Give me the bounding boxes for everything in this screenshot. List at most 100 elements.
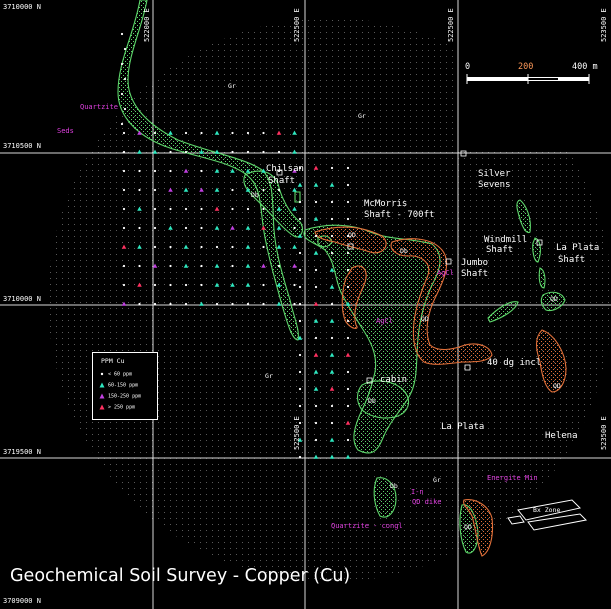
soil-sample bbox=[298, 268, 302, 272]
soil-sample bbox=[346, 166, 350, 170]
soil-sample bbox=[298, 302, 302, 306]
legend-row-60-150: 60-150 ppm bbox=[99, 382, 138, 389]
soil-sample bbox=[215, 245, 219, 249]
unit-agcl-1: AgCl bbox=[437, 269, 454, 277]
soil-sample bbox=[330, 166, 334, 170]
soil-sample bbox=[184, 302, 188, 306]
soil-sample bbox=[277, 264, 281, 268]
unit-agcl-2: AgCl bbox=[376, 317, 393, 325]
soil-sample bbox=[262, 131, 265, 135]
soil-sample bbox=[298, 353, 302, 357]
place-mcmorris: McMorris bbox=[364, 199, 408, 209]
soil-sample bbox=[169, 245, 172, 249]
soil-sample bbox=[346, 217, 350, 221]
soil-sample bbox=[122, 169, 126, 173]
legend-title: PPM Cu bbox=[101, 357, 125, 365]
soil-sample bbox=[231, 264, 234, 268]
soil-sample bbox=[298, 285, 302, 289]
map-title: Geochemical Soil Survey - Copper (Cu) bbox=[10, 566, 351, 586]
place-windmill-shaft: Shaft bbox=[486, 245, 514, 255]
soil-sample bbox=[346, 336, 350, 340]
place-cabin: cabin bbox=[380, 375, 408, 385]
legend-row-gt250: > 250 ppm bbox=[99, 404, 135, 411]
northing-label-3: 3719500 N bbox=[3, 448, 41, 456]
soil-sample bbox=[123, 107, 127, 111]
place-sevens: Sevens bbox=[478, 180, 511, 190]
map-canvas bbox=[0, 0, 611, 609]
easting-label-1: 522000 E bbox=[143, 8, 151, 42]
place-helena: Helena bbox=[545, 431, 578, 441]
soil-sample bbox=[314, 404, 318, 408]
soil-sample bbox=[184, 283, 188, 287]
soil-sample bbox=[169, 302, 172, 306]
legend-dot-icon bbox=[100, 372, 104, 376]
soil-sample bbox=[262, 207, 265, 211]
place-silver: Silver bbox=[478, 169, 511, 179]
unit-seds: Seds bbox=[57, 127, 74, 135]
ppm-legend: PPM Cu < 60 ppm 60-150 ppm 150-250 ppm >… bbox=[92, 352, 158, 420]
soil-sample bbox=[231, 150, 234, 154]
soil-sample bbox=[122, 131, 126, 135]
soil-sample bbox=[246, 207, 250, 211]
soil-sample bbox=[346, 404, 350, 408]
soil-sample bbox=[122, 226, 126, 230]
soil-sample bbox=[298, 404, 302, 408]
soil-sample bbox=[246, 302, 250, 306]
easting-label-4: 523500 E bbox=[600, 8, 608, 42]
geo-db-4: Db bbox=[390, 482, 398, 490]
soil-sample bbox=[330, 217, 334, 221]
easting-label-bottom-1: 522500 E bbox=[293, 416, 301, 450]
geo-qd-4: QD bbox=[553, 382, 561, 390]
soil-sample bbox=[277, 150, 281, 154]
place-laplata-shaft: La Plata bbox=[556, 243, 600, 253]
geo-db-2: Db bbox=[400, 247, 408, 255]
soil-sample bbox=[330, 251, 334, 255]
soil-sample bbox=[298, 387, 302, 391]
soil-sample bbox=[200, 207, 203, 211]
soil-sample bbox=[231, 302, 234, 306]
soil-sample bbox=[293, 283, 296, 287]
soil-sample bbox=[169, 283, 172, 287]
soil-sample bbox=[138, 226, 141, 230]
soil-sample bbox=[122, 207, 126, 211]
geo-qd-2: QD bbox=[421, 315, 429, 323]
soil-sample bbox=[314, 421, 318, 425]
soil-sample bbox=[169, 150, 172, 154]
soil-sample bbox=[184, 150, 188, 154]
geo-gr-2: Gr bbox=[358, 112, 366, 120]
soil-sample bbox=[346, 387, 350, 391]
soil-sample bbox=[200, 169, 203, 173]
soil-sample bbox=[262, 150, 265, 154]
soil-sample bbox=[314, 438, 318, 442]
place-chilsan-shaft: Shaft bbox=[268, 176, 296, 186]
unit-qd-dike: QD dike bbox=[412, 498, 442, 506]
soil-sample bbox=[262, 302, 265, 306]
unit-energite: Energite Min bbox=[487, 474, 538, 482]
soil-sample bbox=[122, 188, 126, 192]
soil-sample bbox=[262, 283, 265, 287]
geo-qd-3: QD bbox=[550, 295, 558, 303]
soil-sample bbox=[346, 285, 350, 289]
survey-map: 3710000 N 3710500 N 3710000 N 3719500 N … bbox=[0, 0, 611, 609]
soil-sample bbox=[298, 455, 302, 459]
soil-sample bbox=[298, 370, 302, 374]
soil-sample bbox=[314, 268, 318, 272]
place-jumbo: Jumbo bbox=[461, 258, 489, 268]
soil-sample bbox=[346, 438, 350, 442]
soil-sample bbox=[346, 268, 350, 272]
geo-gr-1: Gr bbox=[228, 82, 236, 90]
place-laplata-shaft-2: Shaft bbox=[558, 255, 586, 265]
geo-qd-1: QD bbox=[348, 231, 356, 239]
soil-sample bbox=[262, 188, 265, 192]
soil-sample bbox=[330, 234, 334, 238]
soil-sample bbox=[169, 264, 172, 268]
soil-sample bbox=[153, 207, 157, 211]
legend-triangle-magenta-icon bbox=[99, 393, 105, 399]
northing-label-2: 3710000 N bbox=[3, 295, 41, 303]
unit-quartzite-congl: Quartzite - congl bbox=[331, 522, 403, 530]
easting-label-2: 522500 E bbox=[293, 8, 301, 42]
scale-label-0: 0 bbox=[465, 62, 471, 72]
soil-sample bbox=[298, 251, 302, 255]
soil-sample bbox=[346, 200, 350, 204]
soil-sample bbox=[200, 264, 203, 268]
